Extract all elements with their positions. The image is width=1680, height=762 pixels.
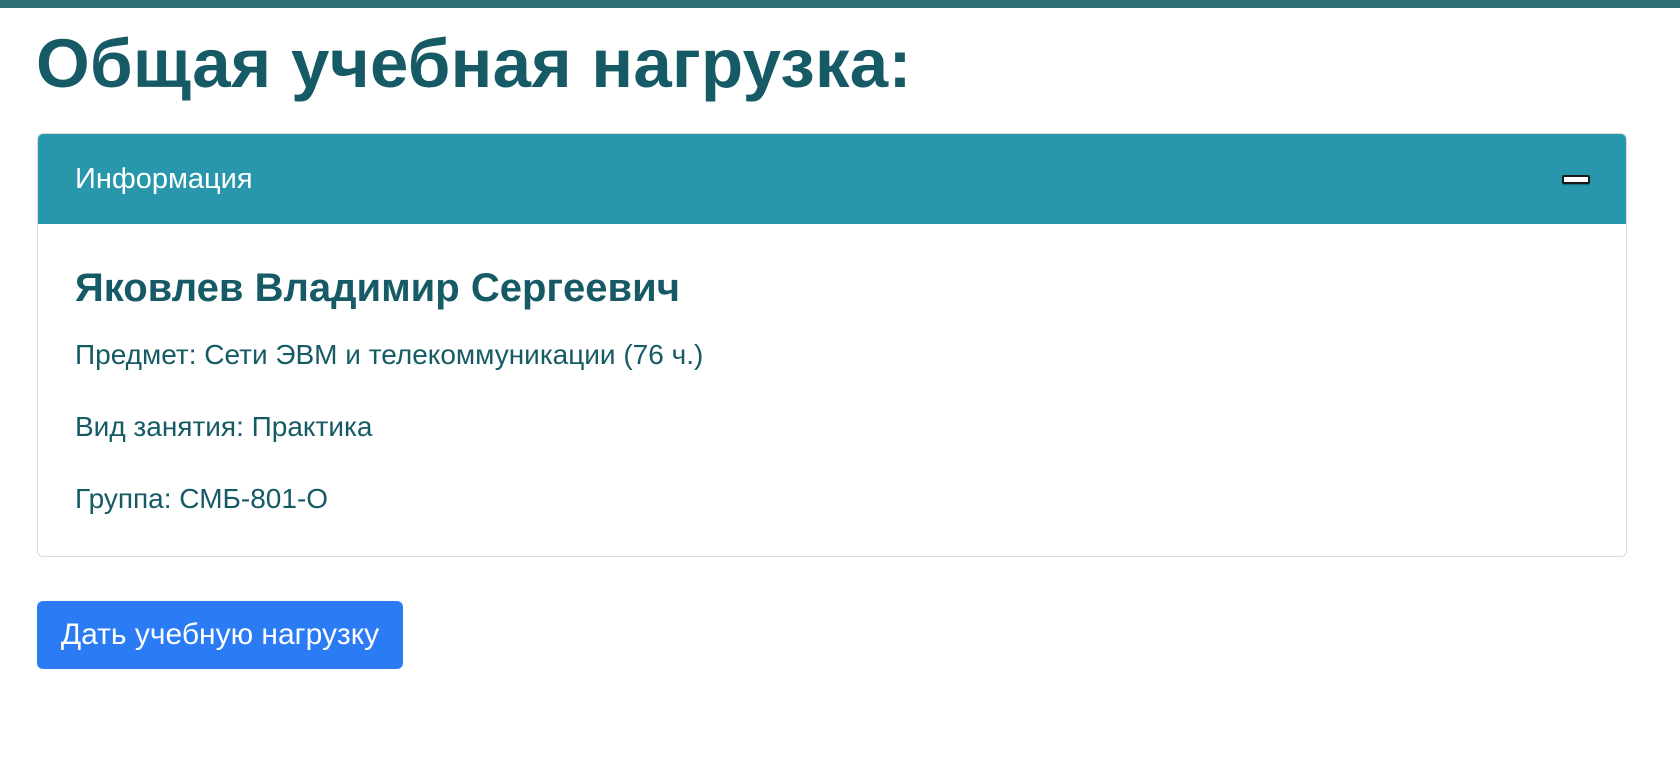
- top-accent-bar: [0, 0, 1680, 8]
- minus-icon: [1562, 175, 1590, 184]
- page-title: Общая учебная нагрузка:: [36, 25, 912, 102]
- info-card-header: Информация: [38, 134, 1626, 224]
- subject-line: Предмет: Сети ЭВМ и телекоммуникации (76…: [75, 339, 704, 370]
- info-card: Информация Яковлев Владимир Сергеевич Пр…: [37, 133, 1627, 557]
- assign-load-button[interactable]: Дать учебную нагрузку: [37, 601, 403, 669]
- info-card-body: Яковлев Владимир Сергеевич Предмет: Сети…: [38, 224, 1626, 556]
- lesson-type-line: Вид занятия: Практика: [75, 411, 373, 442]
- group-line: Группа: СМБ-801-О: [75, 483, 329, 514]
- teacher-name: Яковлев Владимир Сергеевич: [75, 266, 680, 310]
- collapse-button[interactable]: [1562, 172, 1590, 186]
- info-card-title: Информация: [75, 163, 253, 195]
